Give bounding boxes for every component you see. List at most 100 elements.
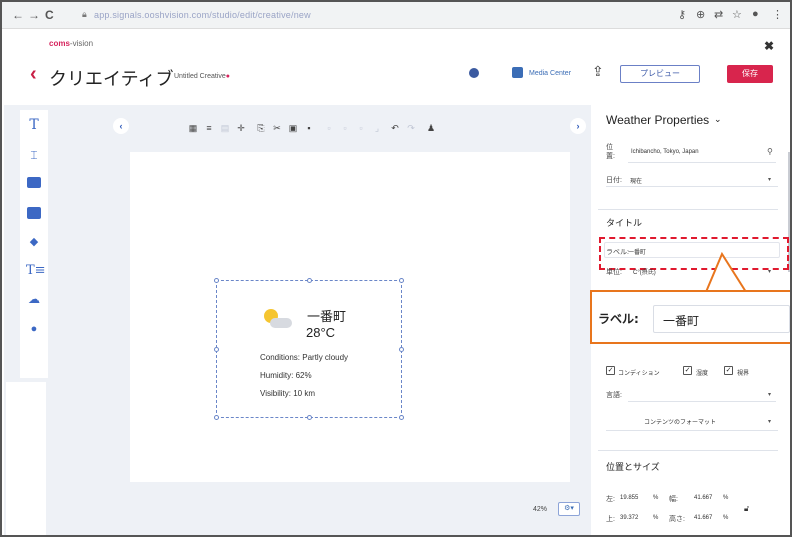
chevron-down-icon[interactable]: ⌄ [714,114,722,125]
divider [606,186,778,187]
shapes-tool-icon[interactable]: ◆ [26,235,42,249]
rich-text-tool-icon[interactable]: T≡ [26,264,46,278]
address-bar[interactable]: app.signals.ooshvision.com/studio/edit/c… [94,10,311,20]
left-input[interactable]: 19.855 [620,495,638,501]
height-input[interactable]: 41.667 [694,515,712,521]
close-icon[interactable]: ✖ [764,39,774,53]
resize-handle[interactable] [307,415,312,420]
back-arrow-icon[interactable]: ← [12,8,24,22]
resize-handle[interactable] [399,278,404,283]
divider [628,162,776,163]
media-center-link[interactable]: Media Center [529,70,571,77]
language-caret-icon[interactable]: ▾ [768,391,771,398]
cut-icon[interactable]: ✂ [272,123,282,134]
grid-icon[interactable]: ▦ [188,123,198,134]
language-label: 言語: [606,392,622,399]
save-button[interactable]: 保存 [727,65,773,83]
reload-icon[interactable]: C [45,8,54,22]
title-section-heading: タイトル [606,218,643,228]
clock-tool-icon[interactable]: ● [26,322,42,336]
width-input[interactable]: 41.667 [694,495,712,501]
checkbox-conditions[interactable]: ✓ [606,366,615,375]
left-label: 左: [606,496,615,503]
lock-icon: 🔒︎ [82,9,87,19]
location-field[interactable]: Ichibancho, Tokyo, Japan [631,149,699,155]
collapse-left-chevron-icon[interactable]: ‹ [113,118,129,134]
media-center-icon[interactable] [512,67,523,78]
upload-icon[interactable]: ⇪ [592,63,604,80]
forward-arrow-icon[interactable]: → [28,8,40,22]
bring-forward-icon[interactable]: ▫ [324,123,334,133]
divider [606,430,778,431]
copy-style-icon[interactable]: ⎘ [256,123,266,134]
unit-select[interactable]: C°(摂氏) [633,267,656,276]
weather-conditions: Conditions: Partly cloudy [260,353,349,362]
zoom-menu-button[interactable]: ⚙▾ [558,502,580,516]
weather-temperature: 28°C [306,325,336,340]
preview-button[interactable]: プレビュー [620,65,700,83]
align-icon[interactable]: ≡ [204,123,214,133]
resize-handle[interactable] [307,278,312,283]
video-tool-icon[interactable] [27,207,41,219]
resize-handle[interactable] [214,415,219,420]
user-icon[interactable]: ♟ [426,123,436,134]
translate-icon[interactable]: ⇄ [714,8,723,21]
position-size-heading: 位置とサイズ [606,462,660,472]
resize-handle[interactable] [399,415,404,420]
settings-icon[interactable] [469,68,479,78]
back-chevron-icon[interactable]: ‹ [30,64,37,84]
text-tool-icon[interactable]: T [26,118,42,132]
date-select[interactable]: 現在 [630,176,642,185]
table-tool-icon[interactable]: ⌶ [26,148,42,162]
weather-tool-icon[interactable]: ☁ [26,292,42,306]
resize-handle[interactable] [214,278,219,283]
lock-layer-icon[interactable]: ▫ [356,123,366,133]
collapse-right-chevron-icon[interactable]: › [570,118,586,134]
resize-handle[interactable] [399,347,404,352]
resize-handle[interactable] [214,347,219,352]
date-label: 日付: [606,177,622,184]
top-label: 上: [606,516,615,523]
left-lower-panel [6,382,46,535]
unit-caret-icon[interactable]: ▾ [768,268,771,275]
send-backward-icon[interactable]: ▫ [340,123,350,133]
redo-icon[interactable]: ↷ [406,123,416,134]
content-format-select[interactable]: コンテンツのフォーマット [644,417,716,426]
delete-icon[interactable]: ▪ [304,123,314,133]
checkbox-visibility-label: 視界 [737,371,750,377]
profile-icon[interactable]: ● [752,8,759,20]
checkbox-conditions-label: コンディション [618,371,660,377]
divider [598,450,778,451]
browser-toolbar: ← → C 🔒︎ app.signals.ooshvision.com/stud… [2,2,790,29]
weather-location-name: 一番町 [307,310,347,325]
format-caret-icon[interactable]: ▾ [768,418,771,425]
checkbox-visibility[interactable]: ✓ [724,366,733,375]
group-icon[interactable]: ⌟ [372,123,382,134]
zoom-icon[interactable]: ⊕ [696,8,705,21]
undo-icon[interactable]: ↶ [390,123,400,134]
date-caret-icon[interactable]: ▾ [768,176,771,183]
page-title: クリエイティブ [49,69,174,90]
app-logo: coms-vision [49,39,94,48]
top-input[interactable]: 39.372 [620,515,638,521]
paste-icon[interactable]: ▣ [288,123,298,134]
star-icon[interactable]: ☆ [732,8,742,21]
more-menu-icon[interactable]: ⋮ [772,8,783,21]
move-icon[interactable]: ✛ [236,123,246,134]
weather-visibility: Visibility: 10 km [260,389,315,398]
image-tool-icon[interactable] [27,177,41,188]
percent-unit: % [723,515,729,521]
aspect-lock-icon[interactable]: 🔓︎ [744,504,749,514]
checkbox-humidity[interactable]: ✓ [683,366,692,375]
key-icon[interactable]: ⚷ [678,8,686,21]
map-pin-icon[interactable]: ⚲ [767,147,773,156]
creative-name: Untitled Creative● [174,73,230,80]
callout-value: 一番町 [663,314,700,328]
percent-unit: % [653,515,659,521]
callout-label: ラベル: [598,312,639,326]
distribute-icon[interactable]: ▤ [220,123,230,134]
weather-humidity: Humidity: 62% [260,371,312,380]
percent-unit: % [723,495,729,501]
zoom-level: 42% [533,506,548,513]
divider [628,401,776,402]
